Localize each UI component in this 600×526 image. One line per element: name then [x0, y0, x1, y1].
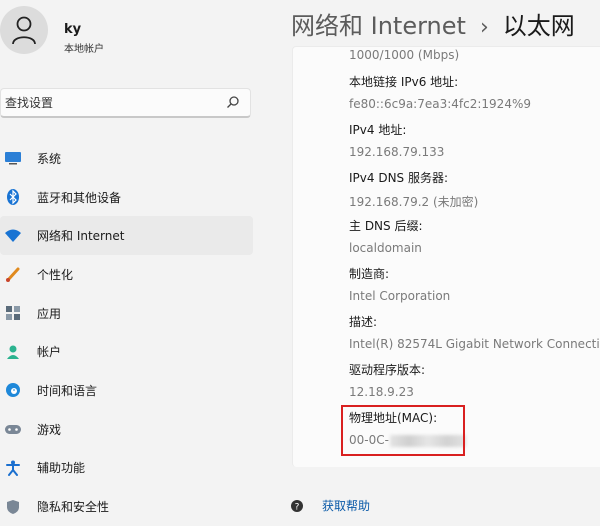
globe-clock-icon	[3, 380, 23, 400]
search-icon[interactable]	[226, 95, 240, 109]
apps-icon	[3, 303, 23, 323]
bluetooth-icon	[3, 187, 23, 207]
sidebar-item-label: 帐户	[37, 345, 62, 360]
sidebar-item-label: 时间和语言	[37, 383, 98, 398]
breadcrumb: 网络和 Internet › 以太网	[291, 6, 575, 41]
wifi-icon	[3, 226, 23, 246]
sidebar-item-label: 游戏	[37, 422, 62, 437]
breadcrumb-parent[interactable]: 网络和 Internet	[291, 12, 466, 40]
sidebar-item-label: 网络和 Internet	[37, 229, 125, 244]
sidebar-item-label: 辅助功能	[37, 461, 86, 476]
user-name: ky	[64, 22, 82, 37]
dns-suffix-label: 主 DNS 后缀:	[349, 219, 423, 233]
sidebar-item-accessibility[interactable]: 辅助功能	[0, 449, 253, 488]
sidebar-item-personalization[interactable]: 个性化	[0, 255, 253, 294]
sidebar-item-apps[interactable]: 应用	[0, 294, 253, 333]
chevron-right-icon: ›	[479, 15, 489, 40]
help-icon: ?	[291, 499, 303, 512]
person-icon	[12, 16, 36, 45]
manufacturer-value: Intel Corporation	[349, 289, 451, 303]
description-label: 描述:	[349, 315, 378, 329]
manufacturer-label: 制造商:	[349, 267, 390, 281]
monitor-icon	[3, 148, 23, 168]
get-help-link[interactable]: ? 获取帮助	[290, 497, 370, 514]
mac-highlight-box	[341, 405, 465, 456]
sidebar-item-bluetooth[interactable]: 蓝牙和其他设备	[0, 178, 253, 217]
sidebar: ky 本地帐户 系统 蓝牙和其他设备 网络和 Internet	[0, 0, 268, 514]
sidebar-item-system[interactable]: 系统	[0, 139, 253, 178]
sidebar-item-label: 蓝牙和其他设备	[37, 190, 122, 205]
description-value: Intel(R) 82574L Gigabit Network Connecti…	[349, 337, 600, 351]
sidebar-item-privacy[interactable]: 隐私和安全性	[0, 487, 253, 526]
link-speed-value: 1000/1000 (Mbps)	[349, 48, 460, 62]
ipv4-value: 192.168.79.133	[349, 145, 445, 159]
search-box[interactable]	[0, 88, 251, 118]
shield-icon	[3, 497, 23, 517]
gamepad-icon	[3, 419, 23, 439]
accessibility-icon	[3, 458, 23, 478]
sidebar-item-label: 应用	[37, 306, 62, 321]
avatar[interactable]	[0, 6, 48, 54]
sidebar-item-time-language[interactable]: 时间和语言	[0, 371, 253, 410]
sidebar-item-network[interactable]: 网络和 Internet	[0, 216, 253, 256]
sidebar-item-label: 隐私和安全性	[37, 500, 110, 515]
ipv6-value: fe80::6c9a:7ea3:4fc2:1924%9	[349, 97, 531, 111]
search-input[interactable]	[5, 93, 220, 113]
nav-list: 系统 蓝牙和其他设备 网络和 Internet 个性化 应用 帐户 时间和语言 …	[0, 139, 253, 526]
brush-icon	[3, 264, 23, 284]
account-type: 本地帐户	[64, 44, 104, 55]
page-title: 以太网	[502, 12, 575, 40]
get-help-label[interactable]: 获取帮助	[322, 497, 370, 514]
person-icon	[3, 342, 23, 362]
sidebar-item-label: 系统	[37, 151, 62, 166]
dns-suffix-value: localdomain	[349, 241, 422, 255]
driver-version-value: 12.18.9.23	[349, 385, 414, 399]
ipv6-label: 本地链接 IPv6 地址:	[349, 75, 459, 89]
sidebar-item-gaming[interactable]: 游戏	[0, 410, 253, 449]
sidebar-item-label: 个性化	[37, 267, 74, 282]
driver-version-label: 驱动程序版本:	[349, 363, 426, 377]
ipv4-dns-label: IPv4 DNS 服务器:	[349, 171, 449, 185]
svg-text:?: ?	[295, 502, 300, 512]
ipv4-label: IPv4 地址:	[349, 123, 407, 137]
properties-panel: 1000/1000 (Mbps) 本地链接 IPv6 地址: fe80::6c9…	[292, 46, 600, 467]
ipv4-dns-value: 192.168.79.2 (未加密)	[349, 195, 479, 209]
sidebar-item-accounts[interactable]: 帐户	[0, 332, 253, 371]
